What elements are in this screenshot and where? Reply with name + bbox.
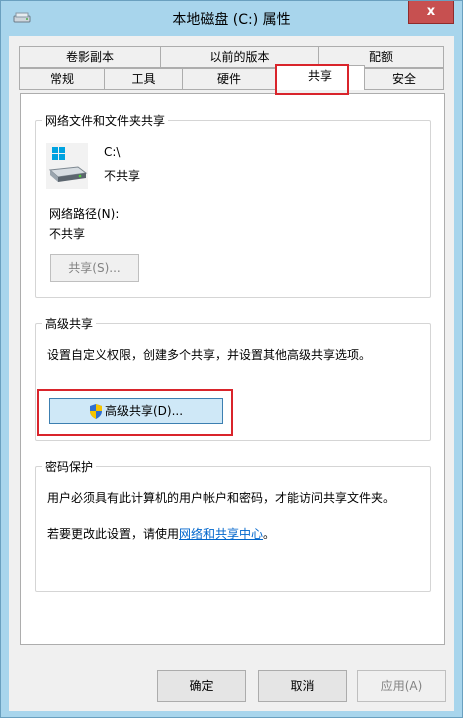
close-button[interactable]: x bbox=[408, 1, 454, 24]
title-bar[interactable]: 本地磁盘 (C:) 属性 x bbox=[1, 1, 462, 35]
network-sharing-group: 网络文件和文件夹共享 C:\ 不共享 网络路径(N): 不共享 共享(S)... bbox=[35, 112, 431, 298]
advanced-sharing-button[interactable]: 高级共享(D)... bbox=[49, 398, 223, 424]
change-prefix: 若要更改此设置，请使用 bbox=[47, 527, 180, 541]
change-suffix: 。 bbox=[263, 527, 276, 541]
window-title: 本地磁盘 (C:) 属性 bbox=[172, 12, 291, 28]
advanced-sharing-title: 高级共享 bbox=[42, 315, 97, 332]
network-path-value: 不共享 bbox=[49, 227, 86, 241]
apply-button[interactable]: 应用(A) bbox=[357, 670, 446, 702]
drive-icon bbox=[46, 143, 88, 189]
password-description: 用户必须具有此计算机的用户帐户和密码，才能访问共享文件夹。 bbox=[47, 491, 396, 505]
tab-sharing[interactable]: 共享 bbox=[275, 65, 365, 90]
password-change-line: 若要更改此设置，请使用网络和共享中心。 bbox=[47, 525, 275, 542]
network-path-label: 网络路径(N): bbox=[49, 207, 120, 221]
network-sharing-center-link[interactable]: 网络和共享中心 bbox=[179, 527, 263, 541]
tab-security[interactable]: 安全 bbox=[364, 68, 444, 90]
share-button[interactable]: 共享(S)... bbox=[50, 254, 139, 282]
sharing-panel: 网络文件和文件夹共享 C:\ 不共享 网络路径(N): 不共享 共享(S)...… bbox=[20, 93, 445, 645]
tab-tools[interactable]: 工具 bbox=[104, 68, 183, 90]
network-sharing-title: 网络文件和文件夹共享 bbox=[42, 112, 169, 129]
tab-shadow-copies[interactable]: 卷影副本 bbox=[19, 46, 161, 68]
advanced-sharing-group: 高级共享 设置自定义权限，创建多个共享，并设置其他高级共享选项。 高级共享(D)… bbox=[35, 315, 431, 441]
advanced-sharing-button-label: 高级共享(D)... bbox=[104, 404, 184, 418]
ok-button[interactable]: 确定 bbox=[157, 670, 246, 702]
tab-general[interactable]: 常规 bbox=[19, 68, 105, 90]
password-protection-title: 密码保护 bbox=[42, 458, 97, 475]
uac-shield-icon bbox=[89, 404, 102, 419]
cancel-button[interactable]: 取消 bbox=[258, 670, 347, 702]
password-protection-group: 密码保护 用户必须具有此计算机的用户帐户和密码，才能访问共享文件夹。 若要更改此… bbox=[35, 458, 431, 592]
advanced-sharing-description: 设置自定义权限，创建多个共享，并设置其他高级共享选项。 bbox=[47, 348, 372, 362]
share-state: 不共享 bbox=[104, 169, 141, 183]
properties-window: 本地磁盘 (C:) 属性 x 卷影副本 以前的版本 配额 常规 工具 硬件 共享… bbox=[0, 0, 463, 718]
drive-name: C:\ bbox=[104, 145, 121, 159]
tab-hardware[interactable]: 硬件 bbox=[182, 68, 276, 90]
